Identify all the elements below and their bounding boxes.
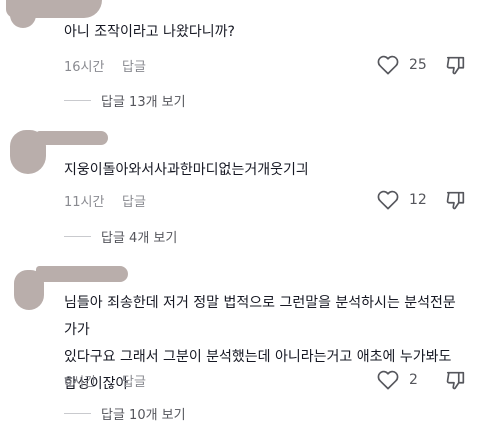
thumbs-down-outline-icon[interactable]: [445, 189, 467, 211]
redacted-username: [36, 131, 108, 145]
replies-divider: [64, 412, 91, 414]
comment-meta: 6시간 답글 2: [64, 369, 467, 391]
view-replies-label: 답글 4개 보기: [101, 230, 178, 246]
comment-meta: 16시간 답글 25: [64, 54, 467, 76]
like-count: 2: [409, 372, 418, 388]
view-replies-button[interactable]: 답글 4개 보기: [64, 225, 177, 247]
heart-outline-icon: [377, 370, 399, 390]
view-replies-button[interactable]: 답글 10개 보기: [64, 402, 186, 424]
like-button[interactable]: 25: [377, 55, 427, 75]
comment-time: 6시간: [64, 374, 97, 390]
redacted-avatar: [14, 270, 44, 310]
redacted-avatar: [10, 2, 36, 28]
heart-outline-icon: [377, 55, 399, 75]
view-replies-label: 답글 10개 보기: [101, 407, 186, 423]
like-button[interactable]: 2: [377, 370, 418, 390]
like-count: 25: [409, 57, 427, 73]
comment-text: 아니 조작이라고 나왔다니까?: [64, 24, 235, 40]
view-replies-label: 답글 13개 보기: [101, 94, 186, 110]
like-count: 12: [409, 192, 427, 208]
replies-divider: [64, 99, 91, 101]
thumbs-down-outline-icon[interactable]: [445, 369, 467, 391]
replies-divider: [64, 235, 91, 237]
comment-text: 지웅이돌아와서사과한마디없는거개웃기긔: [64, 162, 309, 178]
comment-meta: 11시간 답글 12: [64, 189, 467, 211]
redacted-username: [36, 266, 128, 282]
comment-time: 11시간: [64, 194, 105, 210]
view-replies-button[interactable]: 답글 13개 보기: [64, 89, 186, 111]
thumbs-down-outline-icon[interactable]: [445, 54, 467, 76]
reply-button[interactable]: 답글: [122, 371, 146, 390]
reply-button[interactable]: 답글: [122, 191, 146, 210]
reply-button[interactable]: 답글: [122, 56, 146, 75]
heart-outline-icon: [377, 190, 399, 210]
like-button[interactable]: 12: [377, 190, 427, 210]
comment-time: 16시간: [64, 59, 105, 75]
